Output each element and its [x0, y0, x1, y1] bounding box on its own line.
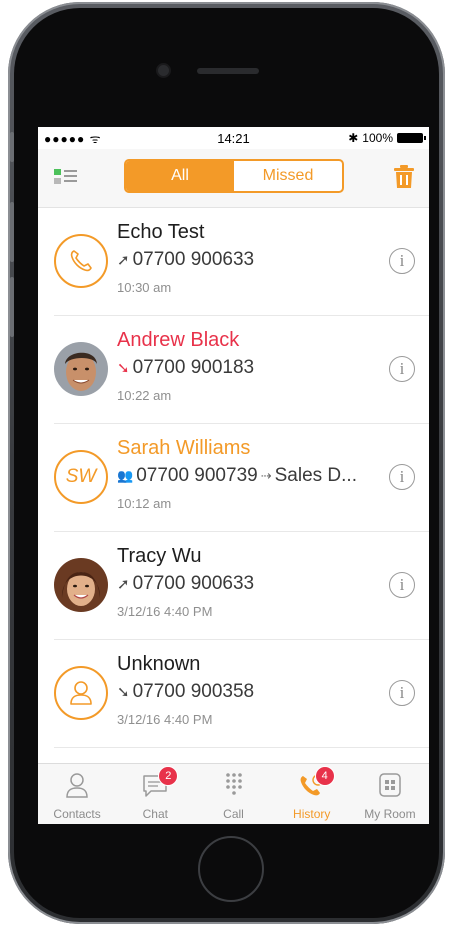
- phone-number: 07700 900633: [132, 573, 255, 594]
- front-camera: [158, 65, 169, 76]
- avatar-initials: SW: [65, 466, 97, 487]
- room-icon: [379, 773, 401, 797]
- tab-call[interactable]: Call: [194, 764, 272, 824]
- forward-arrow-icon: ⇢: [260, 468, 272, 483]
- phone-number: 07700 900739: [136, 465, 258, 486]
- tab-missed[interactable]: Missed: [234, 161, 342, 191]
- status-right: ✱ 100%: [348, 131, 426, 145]
- call-number: ➘ 07700 900183: [117, 357, 254, 379]
- list-item[interactable]: Andrew Black ➘ 07700 900183 10:22 am i: [54, 316, 429, 424]
- battery-icon: [397, 133, 426, 143]
- contacts-icon: [66, 773, 88, 798]
- outgoing-call-icon: ➚: [117, 576, 130, 593]
- status-bar: ●●●●● ᯤ 14:21 ✱ 100%: [38, 127, 429, 149]
- call-time: 10:12 am: [117, 496, 172, 511]
- call-time: 3/12/16 4:40 PM: [117, 712, 213, 727]
- list-item[interactable]: Tracy Wu ➚ 07700 900633 3/12/16 4:40 PM …: [54, 532, 429, 640]
- chat-badge: 2: [158, 766, 179, 786]
- call-number: 👥 07700 900739 ⇢ Sales D...: [117, 465, 357, 487]
- call-time: 10:22 am: [117, 388, 172, 403]
- phone-icon: [70, 250, 92, 272]
- list-item[interactable]: Echo Test ➚ 07700 900633 10:30 am i: [54, 208, 429, 316]
- chat-icon-wrap: 2: [140, 766, 179, 800]
- history-icon-wrap: 4: [297, 766, 335, 800]
- contact-name: Andrew Black: [117, 329, 240, 351]
- list-item[interactable]: SW Sarah Williams 👥 07700 900739 ⇢ Sales…: [54, 424, 429, 532]
- group-icon: 👥: [117, 468, 134, 483]
- call-number: ➚ 07700 900633: [117, 573, 254, 595]
- tab-label: History: [293, 807, 331, 821]
- app-screen: ●●●●● ᯤ 14:21 ✱ 100% All Missed Echo Tes…: [38, 127, 429, 824]
- filter-segmented-control: All Missed: [124, 159, 344, 193]
- menu-icon[interactable]: [54, 167, 78, 187]
- keypad-icon: [225, 773, 242, 795]
- call-history-list: Echo Test ➚ 07700 900633 10:30 am i Andr…: [38, 208, 429, 748]
- info-icon[interactable]: i: [389, 680, 415, 706]
- person-icon: [70, 681, 92, 705]
- tab-my-room[interactable]: My Room: [351, 764, 429, 824]
- tab-label: Contacts: [53, 807, 101, 821]
- phone-number: 07700 900633: [132, 249, 255, 270]
- history-badge: 4: [314, 766, 335, 786]
- tab-all[interactable]: All: [126, 161, 234, 191]
- trash-icon[interactable]: [393, 165, 415, 189]
- bottom-tab-bar: Contacts 2 Chat Call 4 History My Room: [38, 763, 429, 824]
- bluetooth-icon: ✱: [348, 131, 359, 145]
- call-number: ➘ 07700 900358: [117, 681, 254, 703]
- home-button[interactable]: [198, 836, 264, 902]
- list-item[interactable]: Unknown ➘ 07700 900358 3/12/16 4:40 PM i: [54, 640, 429, 748]
- contact-name: Echo Test: [117, 221, 205, 243]
- tab-label: My Room: [364, 807, 416, 821]
- info-icon[interactable]: i: [389, 572, 415, 598]
- battery-percent: 100%: [362, 131, 393, 145]
- tab-label: Call: [223, 807, 244, 821]
- missed-call-icon: ➘: [117, 360, 130, 377]
- call-number: ➚ 07700 900633: [117, 249, 254, 271]
- contact-photo: [54, 342, 108, 396]
- info-icon[interactable]: i: [389, 464, 415, 490]
- tab-chat[interactable]: 2 Chat: [116, 764, 194, 824]
- forwarded-to: Sales D...: [274, 465, 357, 486]
- info-icon[interactable]: i: [389, 356, 415, 382]
- tab-label: Chat: [142, 807, 168, 821]
- incoming-call-icon: ➘: [117, 684, 130, 701]
- avatar: [54, 666, 108, 720]
- outgoing-call-icon: ➚: [117, 252, 130, 269]
- info-icon[interactable]: i: [389, 248, 415, 274]
- contact-name: Tracy Wu: [117, 545, 202, 567]
- avatar: [54, 558, 108, 612]
- contact-name: Sarah Williams: [117, 437, 251, 459]
- tab-contacts[interactable]: Contacts: [38, 764, 116, 824]
- avatar: SW: [54, 450, 108, 504]
- call-time: 3/12/16 4:40 PM: [117, 604, 213, 619]
- earpiece-speaker: [197, 68, 259, 74]
- call-time: 10:30 am: [117, 280, 172, 295]
- phone-number: 07700 900358: [132, 681, 255, 702]
- tab-history[interactable]: 4 History: [273, 764, 351, 824]
- contact-photo: [54, 558, 108, 612]
- contact-name: Unknown: [117, 653, 201, 675]
- phone-number: 07700 900183: [132, 357, 255, 378]
- header-bar: All Missed: [38, 149, 429, 208]
- avatar: [54, 234, 108, 288]
- avatar: [54, 342, 108, 396]
